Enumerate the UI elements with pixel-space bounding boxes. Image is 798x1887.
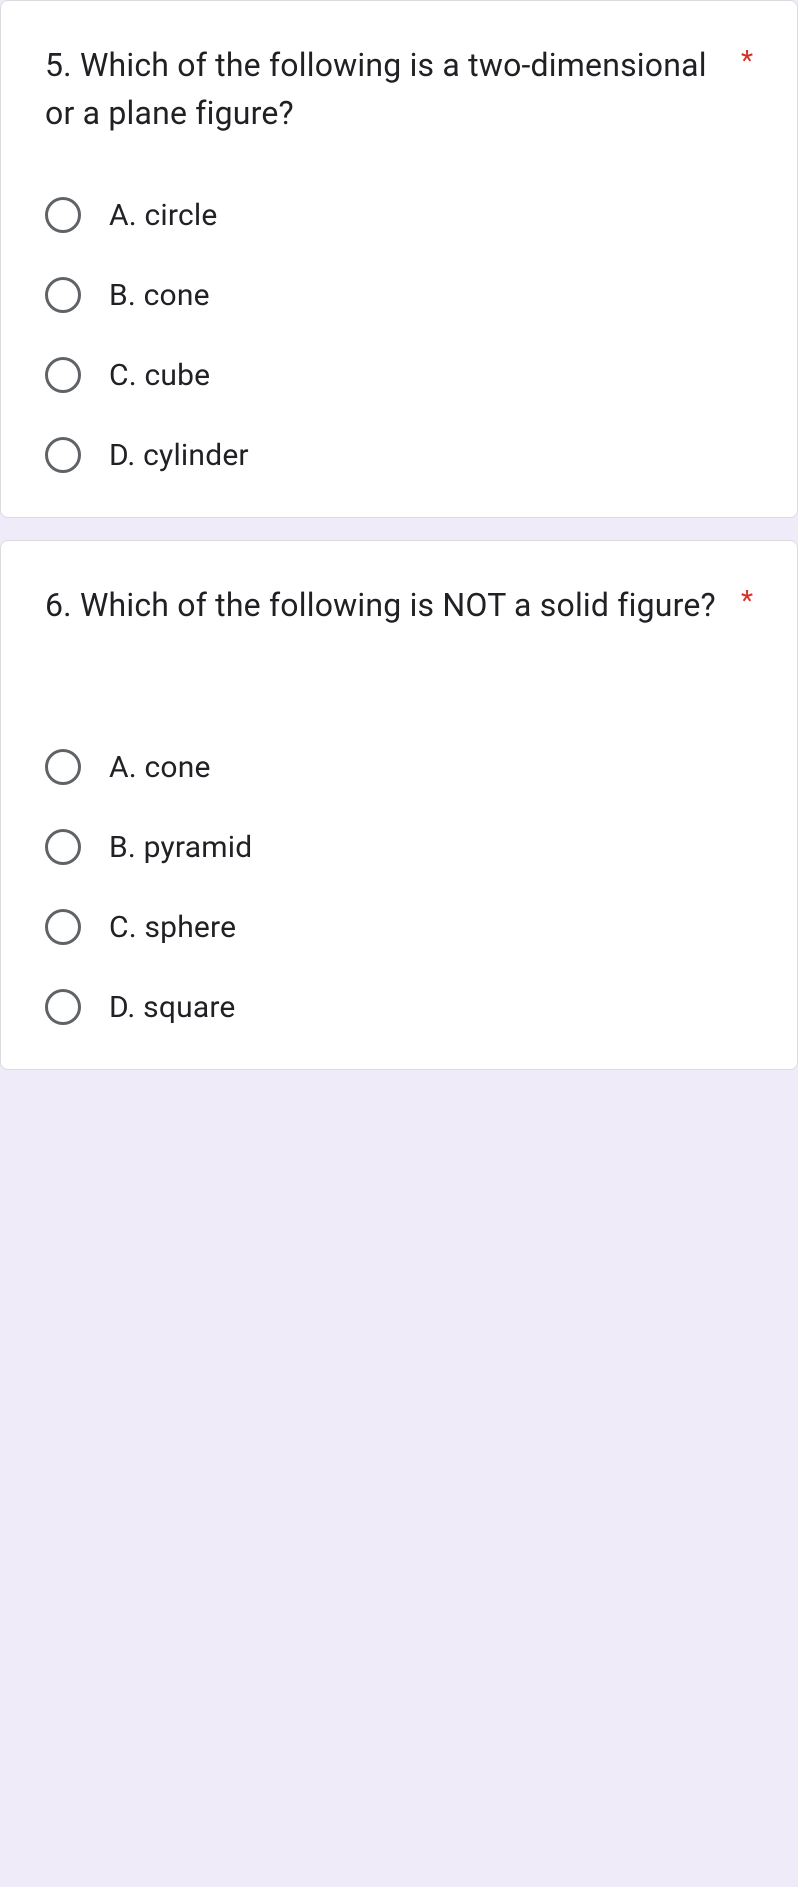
radio-icon [45, 989, 81, 1025]
option-label: A. cone [109, 750, 211, 785]
options-list: A. circle B. cone C. cube D. cylinder [45, 197, 753, 473]
option-c[interactable]: C. sphere [45, 909, 753, 945]
option-b[interactable]: B. pyramid [45, 829, 753, 865]
radio-icon [45, 357, 81, 393]
option-label: D. cylinder [109, 438, 249, 473]
radio-icon [45, 197, 81, 233]
option-label: D. square [109, 990, 236, 1025]
option-d[interactable]: D. square [45, 989, 753, 1025]
option-a[interactable]: A. circle [45, 197, 753, 233]
radio-icon [45, 909, 81, 945]
option-label: C. sphere [109, 910, 236, 945]
option-b[interactable]: B. cone [45, 277, 753, 313]
option-label: B. cone [109, 278, 210, 313]
option-d[interactable]: D. cylinder [45, 437, 753, 473]
question-header: 6. Which of the following is NOT a solid… [45, 581, 753, 629]
question-text: 5. Which of the following is a two-dimen… [45, 41, 741, 137]
spacer [45, 629, 753, 749]
option-a[interactable]: A. cone [45, 749, 753, 785]
option-label: A. circle [109, 198, 218, 233]
required-asterisk: * [741, 581, 753, 620]
question-header: 5. Which of the following is a two-dimen… [45, 41, 753, 137]
question-card-5: 5. Which of the following is a two-dimen… [0, 0, 798, 518]
radio-icon [45, 829, 81, 865]
radio-icon [45, 277, 81, 313]
radio-icon [45, 749, 81, 785]
required-asterisk: * [741, 41, 753, 80]
question-card-6: 6. Which of the following is NOT a solid… [0, 540, 798, 1070]
radio-icon [45, 437, 81, 473]
question-text: 6. Which of the following is NOT a solid… [45, 581, 741, 629]
option-label: C. cube [109, 358, 210, 393]
option-label: B. pyramid [109, 830, 252, 865]
option-c[interactable]: C. cube [45, 357, 753, 393]
options-list: A. cone B. pyramid C. sphere D. square [45, 749, 753, 1025]
